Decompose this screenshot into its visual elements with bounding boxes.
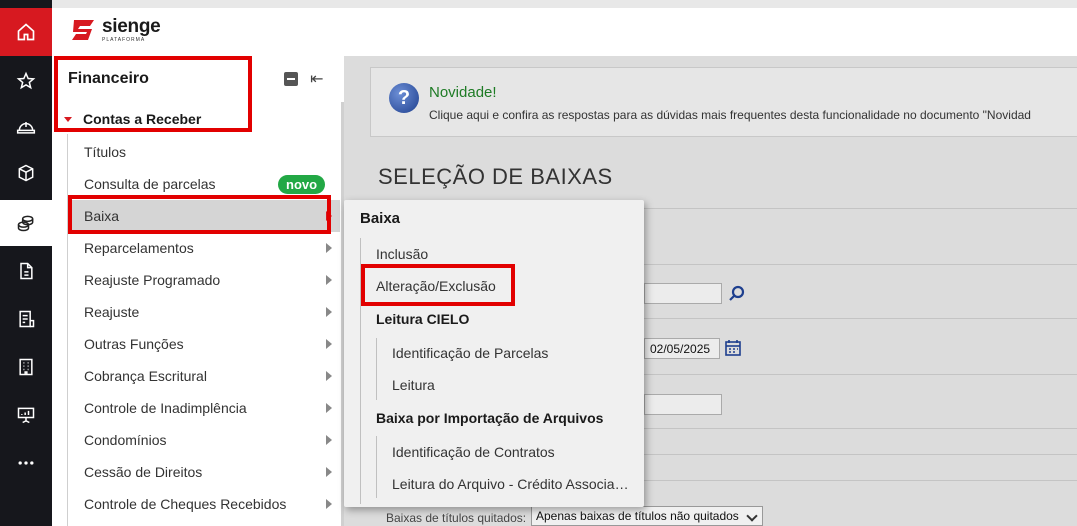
sienge-logo[interactable]: sienge PLATAFORMA [70,15,161,44]
more-icon [18,461,34,465]
building-icon [19,358,33,376]
tree-line [376,338,377,400]
date-field[interactable]: 02/05/2025 [644,338,720,359]
submenu-item-leitura-arquivo[interactable]: Leitura do Arquivo - Crédito Associa… [392,476,629,492]
chevron-right-icon [326,499,332,509]
sidebar-item-controle-inadimplencia[interactable]: Controle de Inadimplência [70,392,340,424]
divider [644,264,1077,265]
helmet-icon [16,122,36,134]
chevron-right-icon [326,435,332,445]
bottom-filter-select[interactable]: Apenas baixas de títulos não quitados [531,506,763,526]
sienge-logo-icon [72,20,94,40]
submenu-title: Baixa [360,210,401,227]
brand-tagline: PLATAFORMA [102,36,146,43]
sidebar-item-label: Outras Funções [84,336,184,352]
sidebar-item-reparcelamentos[interactable]: Reparcelamentos [70,232,340,264]
invoice-icon [19,310,35,328]
help-icon: ? [389,83,419,113]
sidebar-item-outras-funcoes[interactable]: Outras Funções [70,328,340,360]
sidebar-item-label: Reajuste Programado [84,272,221,288]
star-icon [16,71,36,90]
sidebar-item-label: Controle de Cheques Recebidos [84,496,287,512]
presentation-icon [17,407,35,424]
chevron-right-icon [326,339,332,349]
sidebar-item-label: Títulos [84,144,127,160]
sidebar-item-label: Reajuste [84,304,140,320]
browser-strip [0,0,1077,8]
calendar-icon[interactable] [724,339,742,357]
baixa-submenu: Baixa Inclusão Alteração/Exclusão Leitur… [344,200,644,507]
rail-supplies-button[interactable] [0,150,52,196]
sidebar-item-reajuste-programado[interactable]: Reajuste Programado [70,264,340,296]
notice-title: Novidade! [429,84,497,101]
divider [644,318,1077,319]
rail-favorites-button[interactable] [0,58,52,104]
submenu-group-leitura-cielo: Leitura CIELO [376,311,470,327]
home-icon [17,23,35,41]
highlight-baixa [68,195,331,234]
search-icon[interactable] [727,284,747,304]
search-field[interactable] [644,283,722,304]
coins-icon [17,215,34,232]
submenu-group-baixa-importacao: Baixa por Importação de Arquivos [376,410,604,426]
submenu-item-leitura[interactable]: Leitura [392,377,435,393]
chevron-right-icon [326,467,332,477]
icon-rail [0,0,52,526]
minimize-icon[interactable] [284,72,298,86]
notice-link[interactable]: Clique aqui e confira as respostas para … [429,108,1031,122]
chevron-right-icon [326,243,332,253]
submenu-item-identificacao-parcelas[interactable]: Identificação de Parcelas [392,345,548,361]
top-header: sienge PLATAFORMA [52,8,1077,56]
sidebar-item-label: Controle de Inadimplência [84,400,247,416]
rail-presentation-button[interactable] [0,392,52,438]
rail-financial-button[interactable] [0,200,52,246]
chevron-right-icon [326,371,332,381]
divider [644,208,1077,209]
sidebar-item-reajuste[interactable]: Reajuste [70,296,340,328]
divider [644,454,1077,455]
submenu-item-inclusao[interactable]: Inclusão [376,246,428,262]
collapse-sidebar-icon[interactable]: ⇤ [310,69,323,89]
rail-invoices-button[interactable] [0,296,52,342]
bottom-filter-label: Baixas de títulos quitados: [386,511,527,525]
sidebar-item-controle-cheques[interactable]: Controle de Cheques Recebidos [70,488,340,520]
rail-engineering-button[interactable] [0,104,52,150]
document-icon [20,262,33,280]
rail-more-button[interactable] [0,440,52,486]
highlight-alteracao [361,264,515,306]
tree-line [67,134,68,526]
sidebar-item-label: Consulta de parcelas [84,176,216,192]
new-badge: novo [278,175,326,194]
tree-line [376,436,377,498]
rail-documents-button[interactable] [0,248,52,294]
sidebar-item-titulos[interactable]: Títulos [70,136,340,168]
sidebar-item-label: Cobrança Escritural [84,368,207,384]
brand-name: sienge [102,15,161,37]
sidebar-item-label: Condomínios [84,432,167,448]
rail-buildings-button[interactable] [0,344,52,390]
notice-banner[interactable]: ? Novidade! Clique aqui e confira as res… [370,67,1077,137]
divider [644,374,1077,375]
chevron-right-icon [326,307,332,317]
box-icon [18,164,34,182]
sidebar-item-cessao-direitos[interactable]: Cessão de Direitos [70,456,340,488]
sidebar-item-condominios[interactable]: Condomínios [70,424,340,456]
page-title: SELEÇÃO DE BAIXAS [378,164,613,189]
sidebar-item-label: Reparcelamentos [84,240,194,256]
chevron-right-icon [326,275,332,285]
highlight-financeiro [54,56,252,132]
divider [644,480,1077,481]
sidebar-item-cobranca-escritural[interactable]: Cobrança Escritural [70,360,340,392]
rail-home-button[interactable] [0,8,52,56]
sidebar-item-label: Cessão de Direitos [84,464,203,480]
divider [644,428,1077,429]
submenu-item-identificacao-contratos[interactable]: Identificação de Contratos [392,444,555,460]
chevron-right-icon [326,403,332,413]
text-field[interactable] [644,394,722,415]
